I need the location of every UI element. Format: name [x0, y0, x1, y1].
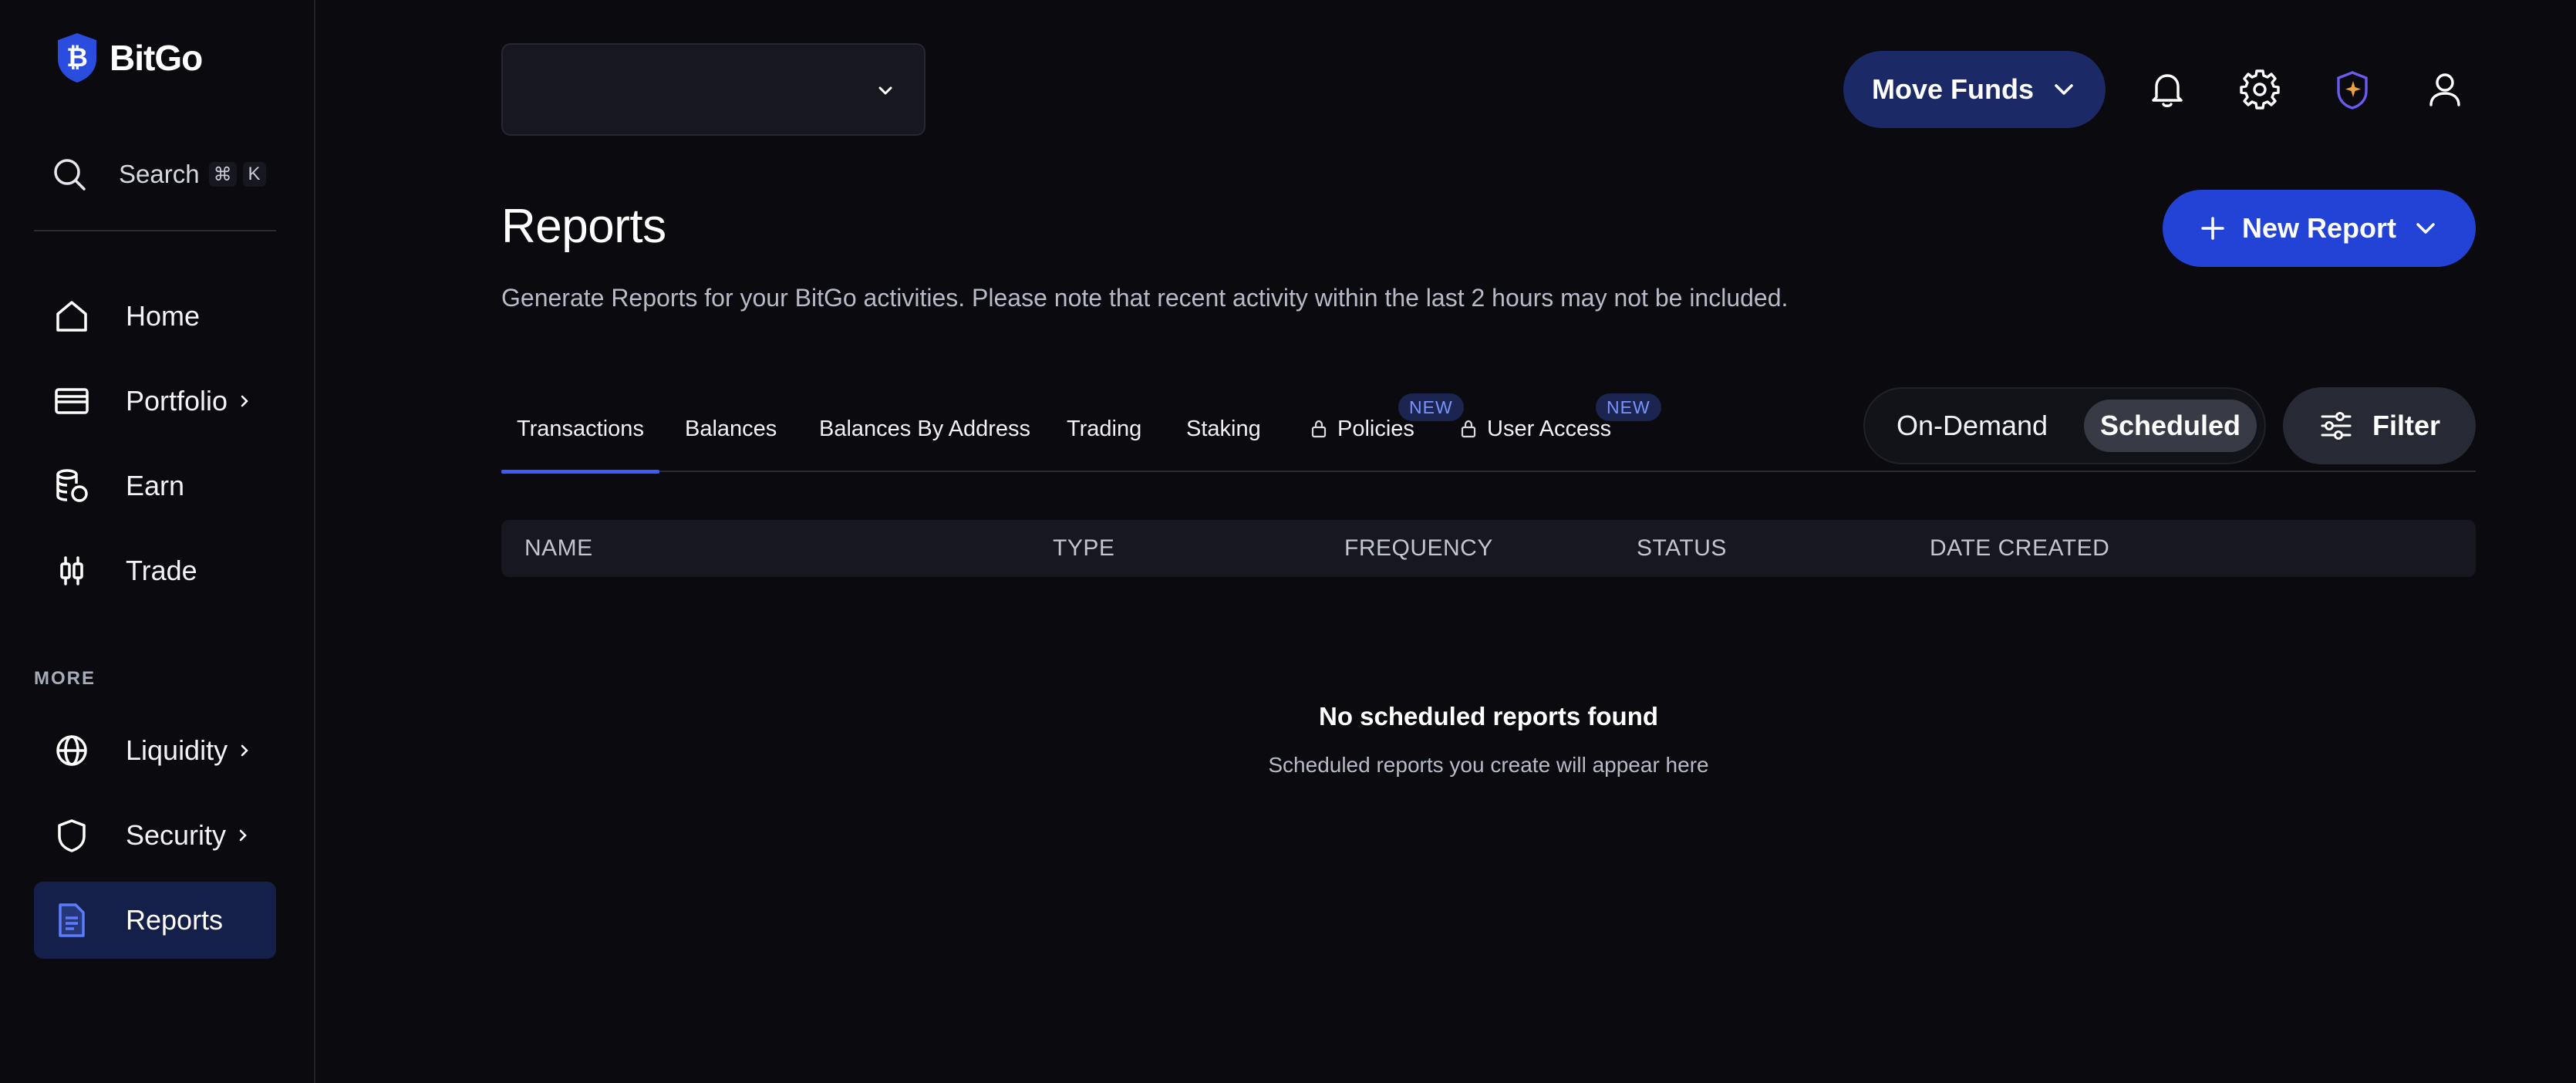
chevron-right-icon [241, 395, 248, 407]
scheduled-option[interactable]: Scheduled [2084, 400, 2257, 452]
sidebar-item-label: Liquidity [126, 734, 228, 766]
home-icon [52, 297, 91, 336]
move-funds-label: Move Funds [1871, 73, 2034, 105]
empty-state-subtitle: Scheduled reports you create will appear… [1268, 753, 1709, 777]
candlestick-icon [52, 552, 91, 590]
filter-button[interactable]: Filter [2283, 387, 2476, 464]
page-description: Generate Reports for your BitGo activiti… [501, 284, 1789, 312]
report-mode-toggle: On-Demand Scheduled [1863, 387, 2266, 464]
svg-text:₿: ₿ [66, 42, 88, 73]
sidebar-item-reports[interactable]: Reports [34, 882, 276, 959]
sliders-icon [2321, 412, 2352, 440]
lock-icon [1311, 420, 1327, 438]
filter-label: Filter [2372, 410, 2440, 441]
plus-icon [2201, 217, 2224, 240]
sidebar-item-home[interactable]: Home [34, 278, 276, 355]
tab-staking[interactable]: Staking [1171, 386, 1276, 472]
chevron-right-icon [239, 829, 247, 842]
sidebar-item-label: Security [126, 819, 227, 851]
column-header-name[interactable]: NAME [524, 520, 593, 577]
tab-label: Transactions [517, 416, 644, 441]
scheduled-label: Scheduled [2099, 410, 2241, 441]
tab-label: Staking [1186, 416, 1261, 441]
sidebar-item-label: Reports [126, 904, 224, 936]
bitgo-logo[interactable]: ₿ BitGo [54, 31, 203, 85]
column-header-date-created[interactable]: DATE CREATED [1930, 520, 2109, 577]
brand-name: BitGo [110, 38, 203, 78]
shortcut-k-key: K [242, 162, 266, 187]
sidebar: ₿ BitGo Search ⌘ K Home Portfolio Earn T… [0, 0, 315, 1083]
search-trigger[interactable]: Search ⌘ K [51, 156, 266, 193]
search-label: Search [119, 160, 200, 188]
globe-icon [52, 731, 91, 770]
shield-icon [52, 816, 91, 855]
tab-label: Balances By Address [819, 416, 1031, 441]
move-funds-button[interactable]: Move Funds [1843, 51, 2106, 128]
document-icon [52, 901, 91, 940]
more-section-label: MORE [34, 668, 96, 689]
lock-icon [1461, 420, 1476, 438]
sidebar-divider [34, 230, 276, 231]
bitgo-shield-icon: ₿ [58, 33, 96, 83]
shortcut-cmd-key: ⌘ [208, 162, 237, 187]
new-badge: NEW [1596, 393, 1661, 421]
wallet-icon [52, 382, 91, 420]
on-demand-label: On-Demand [1896, 410, 2048, 441]
gear-icon [2240, 69, 2280, 110]
tab-balances[interactable]: Balances [669, 386, 792, 472]
sidebar-item-label: Portfolio [126, 385, 228, 417]
sidebar-item-security[interactable]: Security [34, 797, 276, 874]
empty-state-title: No scheduled reports found [1318, 702, 1659, 730]
tab-balances-by-address[interactable]: Balances By Address [804, 386, 1046, 472]
chevron-down-icon [2416, 223, 2435, 234]
tab-trading[interactable]: Trading [1051, 386, 1157, 472]
ai-assistant-icon [2337, 71, 2368, 110]
notifications-button[interactable] [2146, 68, 2189, 111]
search-icon [54, 159, 86, 191]
column-header-status[interactable]: STATUS [1637, 520, 1727, 577]
column-header-frequency[interactable]: FREQUENCY [1344, 520, 1493, 577]
tab-label: Policies [1337, 416, 1414, 441]
new-report-button[interactable]: New Report [2163, 190, 2476, 267]
tab-label: User Access [1487, 416, 1612, 441]
user-icon [2429, 73, 2460, 106]
user-profile-button[interactable] [2423, 68, 2466, 111]
chevron-down-icon [878, 86, 892, 95]
tab-label: Balances [685, 416, 777, 441]
tab-label: Trading [1067, 416, 1142, 441]
new-report-label: New Report [2241, 212, 2397, 244]
column-header-type[interactable]: TYPE [1053, 520, 1114, 577]
sidebar-item-liquidity[interactable]: Liquidity [34, 712, 276, 789]
ai-assistant-button[interactable] [2331, 68, 2374, 111]
sidebar-item-earn[interactable]: Earn [34, 447, 276, 525]
sidebar-item-trade[interactable]: Trade [34, 532, 276, 609]
coins-icon [52, 467, 91, 505]
sidebar-item-label: Home [126, 300, 201, 332]
reports-table-header: NAME TYPE FREQUENCY STATUS DATE CREATED [501, 520, 2476, 577]
chevron-right-icon [241, 744, 248, 757]
bell-icon [2152, 74, 2183, 107]
page-title: Reports [501, 200, 666, 253]
on-demand-option[interactable]: On-Demand [1876, 400, 2069, 452]
chevron-down-icon [2055, 84, 2073, 95]
settings-button[interactable] [2238, 68, 2281, 111]
sidebar-item-label: Trade [126, 555, 197, 586]
sidebar-item-label: Earn [126, 470, 185, 501]
tab-transactions[interactable]: Transactions [501, 386, 659, 474]
sidebar-item-portfolio[interactable]: Portfolio [34, 363, 276, 440]
wallet-selector-dropdown[interactable] [501, 43, 926, 136]
